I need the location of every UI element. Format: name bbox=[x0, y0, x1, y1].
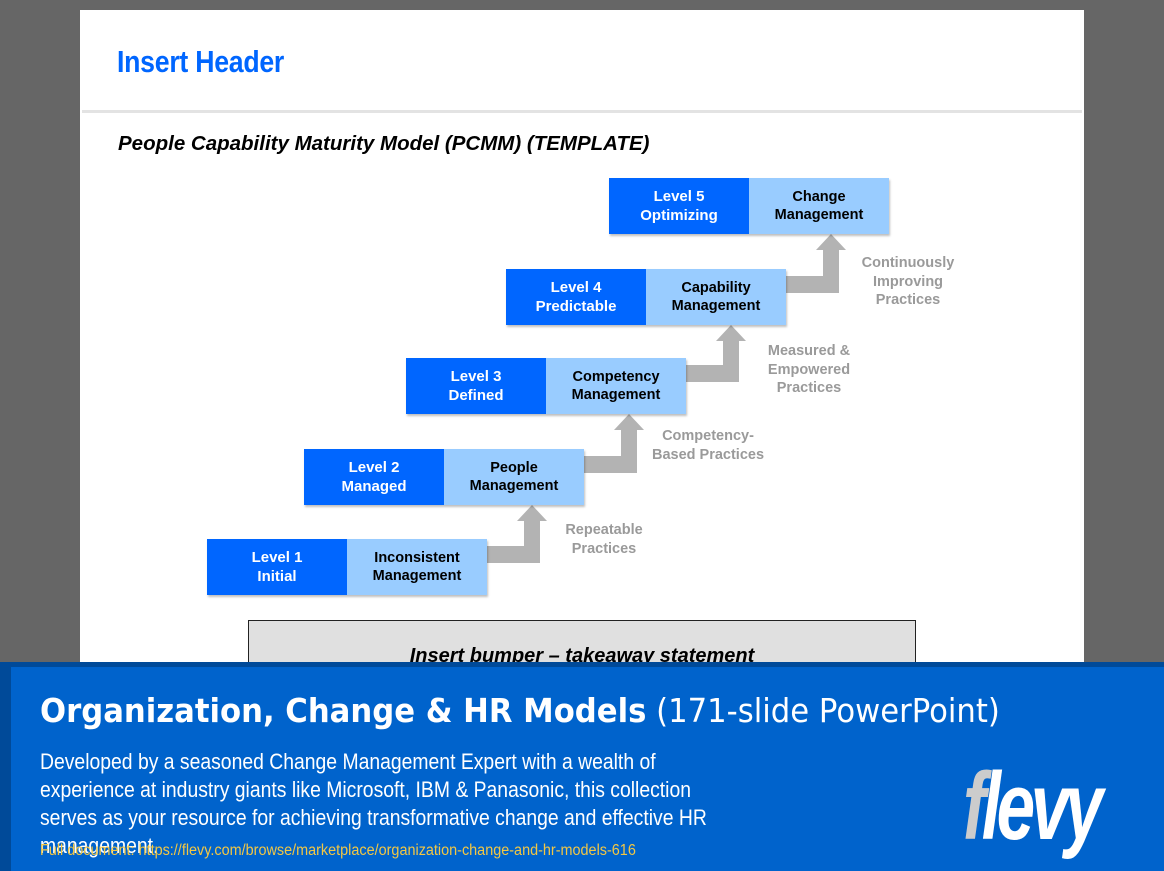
slide: Insert Header People Capability Maturity… bbox=[80, 10, 1084, 710]
level-box-3: Level 3 Defined Competency Management bbox=[406, 358, 686, 414]
level-box-1: Level 1 Initial Inconsistent Management bbox=[207, 539, 487, 595]
level-box-4: Level 4 Predictable Capability Managemen… bbox=[506, 269, 786, 325]
transition-label-2: Competency- Based Practices bbox=[651, 428, 765, 463]
transition-label-3: Measured & Empowered Practices bbox=[767, 343, 851, 396]
focus-line: Management bbox=[469, 478, 559, 494]
level-label-1: Level 1 Initial bbox=[207, 539, 347, 595]
focus-line: Management bbox=[571, 387, 661, 403]
level-number: Level 4 bbox=[550, 279, 602, 296]
level-name: Defined bbox=[448, 387, 504, 404]
banner-title-sub: (171-slide PowerPoint) bbox=[656, 691, 1000, 730]
level-box-5: Level 5 Optimizing Change Management bbox=[609, 178, 889, 234]
logo-rest: levy bbox=[981, 753, 1104, 860]
full-document-link[interactable]: Full document: https://flevy.com/browse/… bbox=[40, 842, 636, 860]
level-name: Predictable bbox=[535, 298, 617, 315]
level-focus-4: Capability Management bbox=[646, 269, 786, 325]
step-arrow-3 bbox=[686, 325, 746, 382]
focus-line: Change bbox=[792, 189, 846, 205]
level-focus-1: Inconsistent Management bbox=[347, 539, 487, 595]
step-arrow-1 bbox=[487, 505, 547, 563]
level-focus-5: Change Management bbox=[749, 178, 889, 234]
promo-banner: Organization, Change & HR Models (171-sl… bbox=[0, 662, 1164, 871]
level-name: Optimizing bbox=[640, 207, 718, 224]
level-focus-2: People Management bbox=[444, 449, 584, 505]
banner-title: Organization, Change & HR Models (171-sl… bbox=[40, 691, 1000, 730]
focus-line: Management bbox=[372, 568, 462, 584]
level-name: Managed bbox=[341, 478, 407, 495]
level-number: Level 3 bbox=[450, 368, 502, 385]
level-label-2: Level 2 Managed bbox=[304, 449, 444, 505]
flevy-logo[interactable]: flevy bbox=[963, 759, 1103, 855]
logo-f: f bbox=[963, 753, 986, 860]
banner-title-main: Organization, Change & HR Models bbox=[40, 691, 647, 730]
level-number: Level 1 bbox=[251, 549, 303, 566]
level-label-4: Level 4 Predictable bbox=[506, 269, 646, 325]
focus-line: Capability bbox=[681, 280, 751, 296]
level-label-3: Level 3 Defined bbox=[406, 358, 546, 414]
focus-line: Management bbox=[671, 298, 761, 314]
level-focus-3: Competency Management bbox=[546, 358, 686, 414]
level-number: Level 5 bbox=[653, 188, 705, 205]
step-arrow-2 bbox=[584, 414, 644, 473]
transition-label-1: Repeatable Practices bbox=[565, 522, 643, 557]
level-name: Initial bbox=[257, 568, 297, 585]
focus-line: Inconsistent bbox=[374, 550, 460, 566]
transition-label-4: Continuously Improving Practices bbox=[861, 255, 955, 308]
level-box-2: Level 2 Managed People Management bbox=[304, 449, 584, 505]
focus-line: People bbox=[490, 460, 538, 476]
level-label-5: Level 5 Optimizing bbox=[609, 178, 749, 234]
step-arrow-4 bbox=[786, 234, 846, 293]
level-number: Level 2 bbox=[348, 459, 400, 476]
focus-line: Competency bbox=[572, 369, 660, 385]
focus-line: Management bbox=[774, 207, 864, 223]
